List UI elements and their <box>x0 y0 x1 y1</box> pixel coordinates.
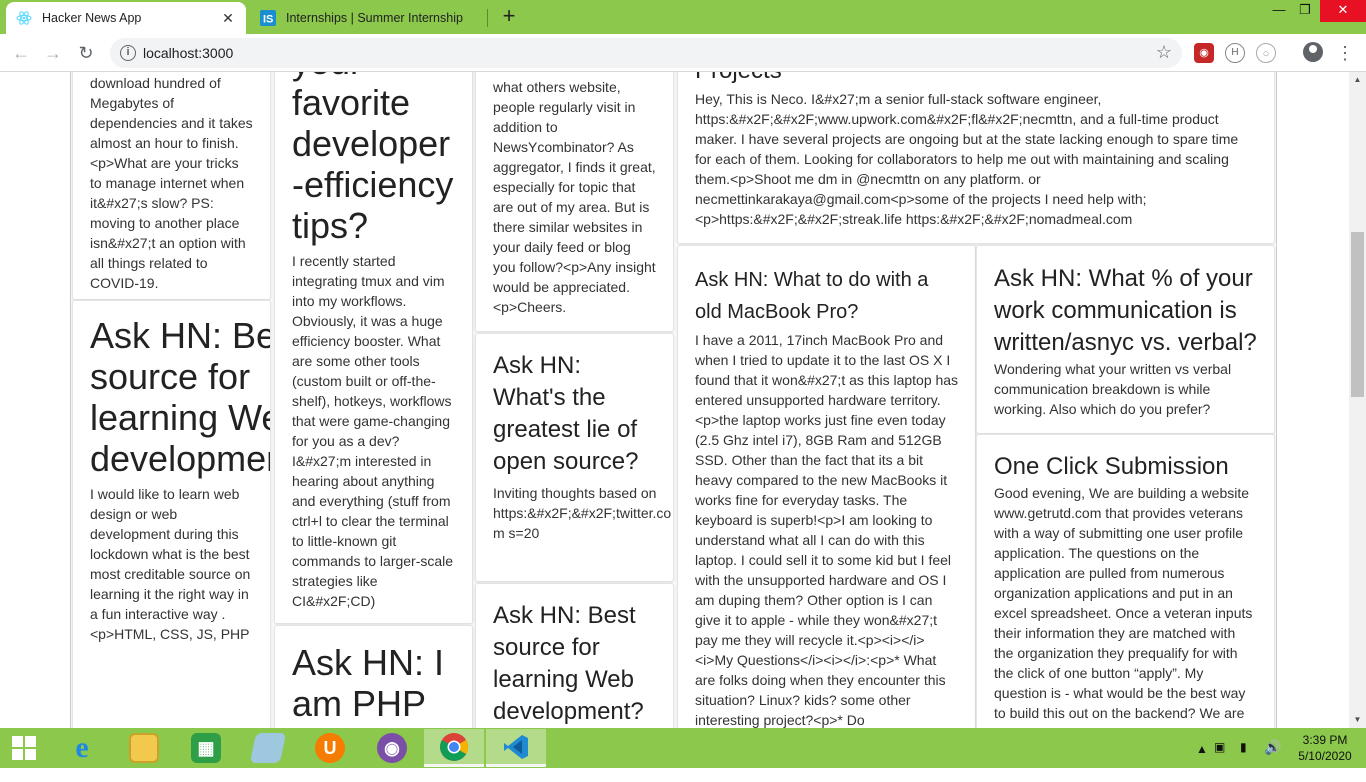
tab-close-icon[interactable]: ✕ <box>220 10 236 26</box>
taskbar-app[interactable] <box>114 729 174 767</box>
signal-icon[interactable]: ▮ <box>1240 740 1247 780</box>
ie-icon: e <box>75 731 89 764</box>
story-title[interactable]: Ask HN: Best source for learning Web dev… <box>493 600 657 728</box>
tab-internships[interactable]: IS Internships | Summer Internship <box>250 2 486 34</box>
page-viewport: download hundred of Megabytes of depende… <box>0 72 1349 728</box>
story-body: what others website, people regularly vi… <box>493 79 656 315</box>
chrome-icon <box>440 732 468 761</box>
story-title[interactable]: Ask HN: What % of your work communicatio… <box>994 263 1258 359</box>
story-body: Inviting thoughts based on https:&#x2F;&… <box>493 485 672 541</box>
github-desktop-icon: ◉ <box>377 733 407 763</box>
story-body: I would like to learn web design or web … <box>90 486 251 642</box>
story-body: Wondering what your written vs verbal co… <box>994 361 1232 417</box>
svg-text:IS: IS <box>263 14 273 26</box>
address-bar[interactable]: i localhost:3000 ☆ <box>110 38 1182 68</box>
react-icon <box>16 10 32 26</box>
address-bar-url[interactable]: localhost:3000 <box>143 45 233 61</box>
extension-icon[interactable]: H <box>1225 43 1245 63</box>
taskbar-app[interactable]: U <box>300 729 360 767</box>
story-title[interactable]: Ask HN: I am PHP <box>292 642 456 724</box>
scroll-up-arrow-icon[interactable]: ▲ <box>1349 72 1366 88</box>
story-title[interactable]: Projects <box>695 72 1254 87</box>
taskbar-app[interactable]: ▦ <box>176 729 236 767</box>
browser-toolbar: ← → ↻ i localhost:3000 ☆ ◉ H ○ ⋮ <box>0 34 1366 72</box>
story-card[interactable]: Ask HN: What % of your work communicatio… <box>976 245 1275 434</box>
tab-separator <box>487 9 488 27</box>
taskbar-app[interactable]: ◉ <box>362 729 422 767</box>
clock-time: 3:39 PM <box>1302 733 1348 747</box>
new-tab-button[interactable]: + <box>497 5 521 29</box>
more-menu-icon[interactable]: ⋮ <box>1335 42 1355 64</box>
story-card[interactable]: One Click Submission Good evening, We ar… <box>976 434 1275 728</box>
vertical-scrollbar[interactable]: ▲ ▼ <box>1349 72 1366 728</box>
reload-icon[interactable]: ↻ <box>73 40 99 66</box>
story-card[interactable]: download hundred of Megabytes of depende… <box>72 72 271 300</box>
story-card[interactable]: your favorite developer-efficiency tips?… <box>274 72 473 624</box>
story-body: Good evening, We are building a website … <box>994 485 1253 721</box>
taskbar-app-active[interactable] <box>424 729 484 767</box>
start-icon <box>12 736 36 760</box>
story-card[interactable]: Ask HN: I am PHP <box>274 625 473 728</box>
vscode-icon <box>504 734 528 759</box>
browser-tab-strip: Hacker News App ✕ IS Internships | Summe… <box>0 0 1366 34</box>
start-button[interactable] <box>0 729 48 767</box>
story-card[interactable]: Ask HN: Best source for learning Web dev… <box>475 583 674 728</box>
scrollbar-thumb[interactable] <box>1351 232 1364 397</box>
story-title[interactable]: Ask HN: What's the greatest lie of open … <box>493 350 673 478</box>
story-card[interactable]: Ask HN: What to do with a old MacBook Pr… <box>677 245 976 728</box>
volume-icon[interactable]: 🔊 <box>1264 739 1281 779</box>
story-body: I have a 2011, 17inch MacBook Pro and wh… <box>695 332 959 728</box>
uc-browser-icon: U <box>315 733 345 763</box>
story-body: Hey, This is Neco. I&#x27;m a senior ful… <box>695 91 1239 227</box>
story-title[interactable]: Ask HN: Best source for learning Web dev… <box>90 315 270 479</box>
extension-icon[interactable]: ○ <box>1256 43 1276 63</box>
tab-title: Hacker News App <box>42 11 142 25</box>
notepad-icon <box>249 733 287 763</box>
close-window-button[interactable]: ✕ <box>1320 0 1366 22</box>
tray-arrow-icon[interactable]: ▲ <box>1196 742 1208 782</box>
forward-arrow-icon[interactable]: → <box>40 40 66 66</box>
story-body: download hundred of Megabytes of depende… <box>90 75 253 291</box>
taskbar-app-active[interactable] <box>486 729 546 767</box>
story-card[interactable]: Ask HN: Best source for learning Web dev… <box>72 300 271 728</box>
story-title[interactable]: your favorite developer-efficiency tips? <box>292 72 456 246</box>
story-card[interactable]: Projects Hey, This is Neco. I&#x27;m a s… <box>677 72 1275 244</box>
internshala-icon: IS <box>260 10 276 26</box>
windows-taskbar: e ▦ U ◉ ▲ ▣ ▮ 🔊 3:39 PM 5/10/2020 <box>0 728 1366 768</box>
extension-icon[interactable]: ◉ <box>1194 43 1214 63</box>
scroll-down-arrow-icon[interactable]: ▼ <box>1349 712 1366 728</box>
taskbar-app[interactable] <box>238 729 298 767</box>
story-body: I recently started integrating tmux and … <box>292 253 454 609</box>
tab-title: Internships | Summer Internship <box>286 11 463 25</box>
file-explorer-icon <box>129 733 159 763</box>
story-card[interactable]: what others website, people regularly vi… <box>475 72 674 332</box>
profile-avatar-icon[interactable] <box>1303 42 1323 62</box>
tab-hacker-news-app[interactable]: Hacker News App ✕ <box>6 2 246 34</box>
back-arrow-icon[interactable]: ← <box>8 40 34 66</box>
story-card[interactable]: Ask HN: What's the greatest lie of open … <box>475 333 674 582</box>
clock-date: 5/10/2020 <box>1298 749 1352 763</box>
system-clock[interactable]: 3:39 PM 5/10/2020 <box>1290 732 1360 764</box>
bookmark-star-icon[interactable]: ☆ <box>1156 42 1172 63</box>
story-title[interactable]: One Click Submission <box>994 451 1258 483</box>
story-title[interactable]: Ask HN: What to do with a old MacBook Pr… <box>695 264 959 328</box>
network-icon[interactable]: ▣ <box>1214 740 1225 780</box>
info-icon[interactable]: i <box>120 45 136 61</box>
store-icon: ▦ <box>191 733 221 763</box>
taskbar-app[interactable]: e <box>52 729 112 767</box>
